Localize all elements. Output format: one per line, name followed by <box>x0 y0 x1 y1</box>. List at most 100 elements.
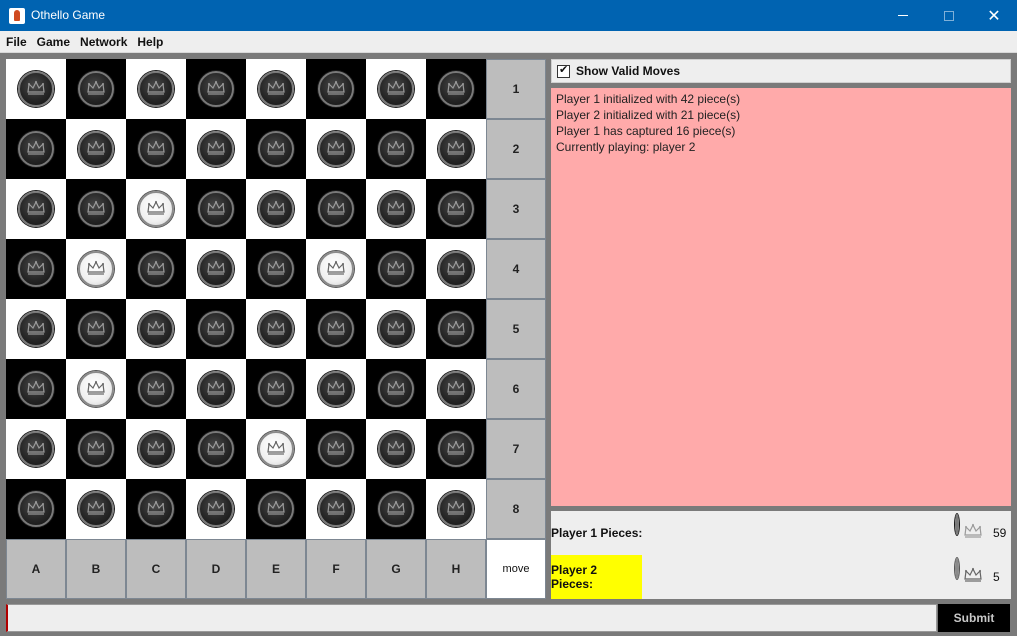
board-cell[interactable] <box>426 479 486 539</box>
board-cell[interactable] <box>246 479 306 539</box>
menu-network[interactable]: Network <box>75 35 132 49</box>
black-piece-icon <box>955 514 982 538</box>
board-cell[interactable] <box>186 299 246 359</box>
board-cell[interactable] <box>6 179 66 239</box>
board-cell[interactable] <box>246 359 306 419</box>
black-piece <box>18 131 54 167</box>
black-piece <box>318 191 354 227</box>
board-cell[interactable] <box>306 119 366 179</box>
board-cell[interactable] <box>246 119 306 179</box>
board-cell[interactable] <box>6 359 66 419</box>
board-cell[interactable] <box>126 239 186 299</box>
board-cell[interactable] <box>6 59 66 119</box>
board-cell[interactable] <box>426 59 486 119</box>
white-piece <box>78 251 114 287</box>
board-cell[interactable] <box>186 59 246 119</box>
board-cell[interactable] <box>426 179 486 239</box>
column-label: A <box>6 539 66 599</box>
board-cell[interactable] <box>186 239 246 299</box>
board-cell[interactable] <box>6 419 66 479</box>
black-piece <box>438 311 474 347</box>
board-cell[interactable] <box>6 479 66 539</box>
black-piece <box>258 131 294 167</box>
board-cell[interactable] <box>306 419 366 479</box>
board-cell[interactable] <box>306 179 366 239</box>
board-cell[interactable] <box>126 59 186 119</box>
board-cell[interactable] <box>126 179 186 239</box>
board-cell[interactable] <box>66 179 126 239</box>
crown-icon <box>447 500 465 515</box>
board-cell[interactable] <box>186 479 246 539</box>
board-cell[interactable] <box>246 179 306 239</box>
board-cell[interactable] <box>246 299 306 359</box>
board-cell[interactable] <box>366 419 426 479</box>
black-piece <box>438 431 474 467</box>
crown-icon <box>387 140 405 155</box>
board-cell[interactable] <box>246 59 306 119</box>
board-cell[interactable] <box>126 359 186 419</box>
board-cell[interactable] <box>126 479 186 539</box>
show-valid-moves-checkbox[interactable] <box>557 63 570 78</box>
board-cell[interactable] <box>6 239 66 299</box>
crown-icon <box>267 440 285 455</box>
black-piece <box>18 191 54 227</box>
black-piece <box>18 431 54 467</box>
menu-help[interactable]: Help <box>132 35 168 49</box>
board-cell[interactable] <box>426 239 486 299</box>
close-button[interactable]: ✕ <box>971 0 1017 31</box>
board-cell[interactable] <box>246 239 306 299</box>
black-piece <box>438 491 474 527</box>
black-piece <box>138 131 174 167</box>
crown-icon <box>207 500 225 515</box>
board-cell[interactable] <box>306 239 366 299</box>
maximize-button[interactable] <box>926 0 972 31</box>
board-cell[interactable] <box>366 359 426 419</box>
board-cell[interactable] <box>186 119 246 179</box>
player2-pieces-label: Player 2 Pieces: <box>551 555 642 599</box>
black-piece <box>258 71 294 107</box>
board-cell[interactable] <box>306 479 366 539</box>
board-cell[interactable] <box>306 59 366 119</box>
board-cell[interactable] <box>6 119 66 179</box>
board-cell[interactable] <box>66 119 126 179</box>
board-cell[interactable] <box>66 299 126 359</box>
board-cell[interactable] <box>366 299 426 359</box>
board-cell[interactable] <box>366 59 426 119</box>
board-cell[interactable] <box>6 299 66 359</box>
board-cell[interactable] <box>366 239 426 299</box>
crown-icon <box>327 140 345 155</box>
board-cell[interactable] <box>306 359 366 419</box>
board-cell[interactable] <box>186 419 246 479</box>
board-cell[interactable] <box>426 299 486 359</box>
black-piece <box>318 491 354 527</box>
board-cell[interactable] <box>186 179 246 239</box>
black-piece <box>18 371 54 407</box>
board-cell[interactable] <box>186 359 246 419</box>
column-label: F <box>306 539 366 599</box>
black-piece <box>318 431 354 467</box>
board-cell[interactable] <box>366 119 426 179</box>
minimize-button[interactable] <box>880 0 926 31</box>
crown-icon <box>964 523 982 538</box>
menu-file[interactable]: File <box>0 35 32 49</box>
board-cell[interactable] <box>66 59 126 119</box>
board-cell[interactable] <box>426 359 486 419</box>
menu-game[interactable]: Game <box>32 35 75 49</box>
board-cell[interactable] <box>366 479 426 539</box>
black-piece <box>378 311 414 347</box>
board-cell[interactable] <box>306 299 366 359</box>
board-cell[interactable] <box>246 419 306 479</box>
board-cell[interactable] <box>426 419 486 479</box>
board-cell[interactable] <box>66 359 126 419</box>
command-input[interactable] <box>6 604 937 632</box>
board-cell[interactable] <box>66 419 126 479</box>
board-cell[interactable] <box>426 119 486 179</box>
board-cell[interactable] <box>126 299 186 359</box>
row-label: 6 <box>486 359 546 419</box>
board-cell[interactable] <box>126 119 186 179</box>
board-cell[interactable] <box>366 179 426 239</box>
submit-button[interactable]: Submit <box>938 604 1010 632</box>
board-cell[interactable] <box>66 239 126 299</box>
board-cell[interactable] <box>126 419 186 479</box>
board-cell[interactable] <box>66 479 126 539</box>
